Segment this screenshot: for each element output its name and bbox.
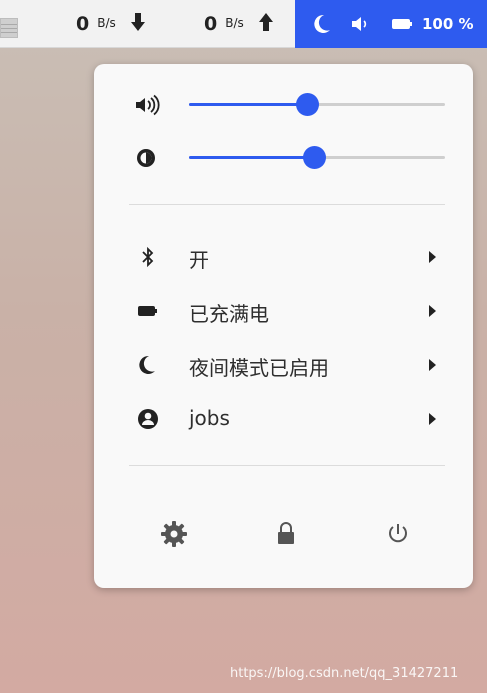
chevron-right-icon (427, 411, 437, 425)
brightness-row (94, 139, 473, 175)
upload-speed: 0 B/s (204, 0, 274, 48)
download-unit: B/s (97, 16, 116, 30)
speaker-icon (351, 0, 371, 48)
brightness-icon (134, 147, 160, 169)
menu-item-label: 已充满电 (189, 302, 269, 326)
battery-icon (136, 300, 160, 322)
speaker-icon (134, 94, 160, 116)
power-icon (380, 524, 416, 556)
separator (129, 204, 445, 205)
arrow-down-icon (130, 12, 146, 36)
volume-row (94, 86, 473, 122)
brightness-handle[interactable] (303, 146, 327, 169)
separator (129, 465, 445, 466)
volume-handle[interactable] (295, 93, 319, 116)
system-menu: 开 已充满电 夜间模式已启用 jobs (94, 64, 473, 588)
lock-icon (268, 522, 304, 556)
watermark: https://blog.csdn.net/qq_31427211 (230, 666, 459, 681)
power-button[interactable] (380, 516, 416, 552)
chevron-right-icon (427, 303, 437, 317)
arrow-up-icon (258, 12, 274, 36)
menu-item-night-mode[interactable]: 夜间模式已启用 (94, 345, 473, 385)
brightness-fill (189, 156, 315, 159)
bluetooth-icon (136, 246, 160, 268)
moon-icon (136, 354, 160, 376)
user-icon (136, 408, 160, 430)
battery-percent: 100 % (422, 15, 474, 33)
upload-value: 0 (204, 13, 218, 35)
menu-item-label: 夜间模式已启用 (189, 356, 329, 380)
menu-item-label: 开 (189, 248, 209, 272)
settings-button[interactable] (156, 516, 192, 552)
menu-item-bluetooth[interactable]: 开 (94, 237, 473, 277)
lock-button[interactable] (268, 516, 304, 552)
chevron-right-icon (427, 249, 437, 263)
chevron-right-icon (427, 357, 437, 371)
menu-item-label: jobs (189, 406, 230, 430)
volume-fill (189, 103, 307, 106)
system-tray[interactable]: 100 % (295, 0, 487, 48)
volume-slider[interactable] (189, 93, 445, 116)
gear-icon (156, 521, 192, 556)
moon-icon (313, 0, 331, 48)
download-value: 0 (76, 13, 90, 35)
menu-item-battery[interactable]: 已充满电 (94, 291, 473, 331)
app-menu-icon[interactable] (0, 18, 18, 38)
download-speed: 0 B/s (76, 0, 146, 48)
menu-item-user[interactable]: jobs (94, 399, 473, 439)
upload-unit: B/s (225, 16, 244, 30)
battery-icon (391, 0, 413, 48)
brightness-slider[interactable] (189, 146, 445, 169)
top-bar: 0 B/s 0 B/s 100 % (0, 0, 487, 48)
